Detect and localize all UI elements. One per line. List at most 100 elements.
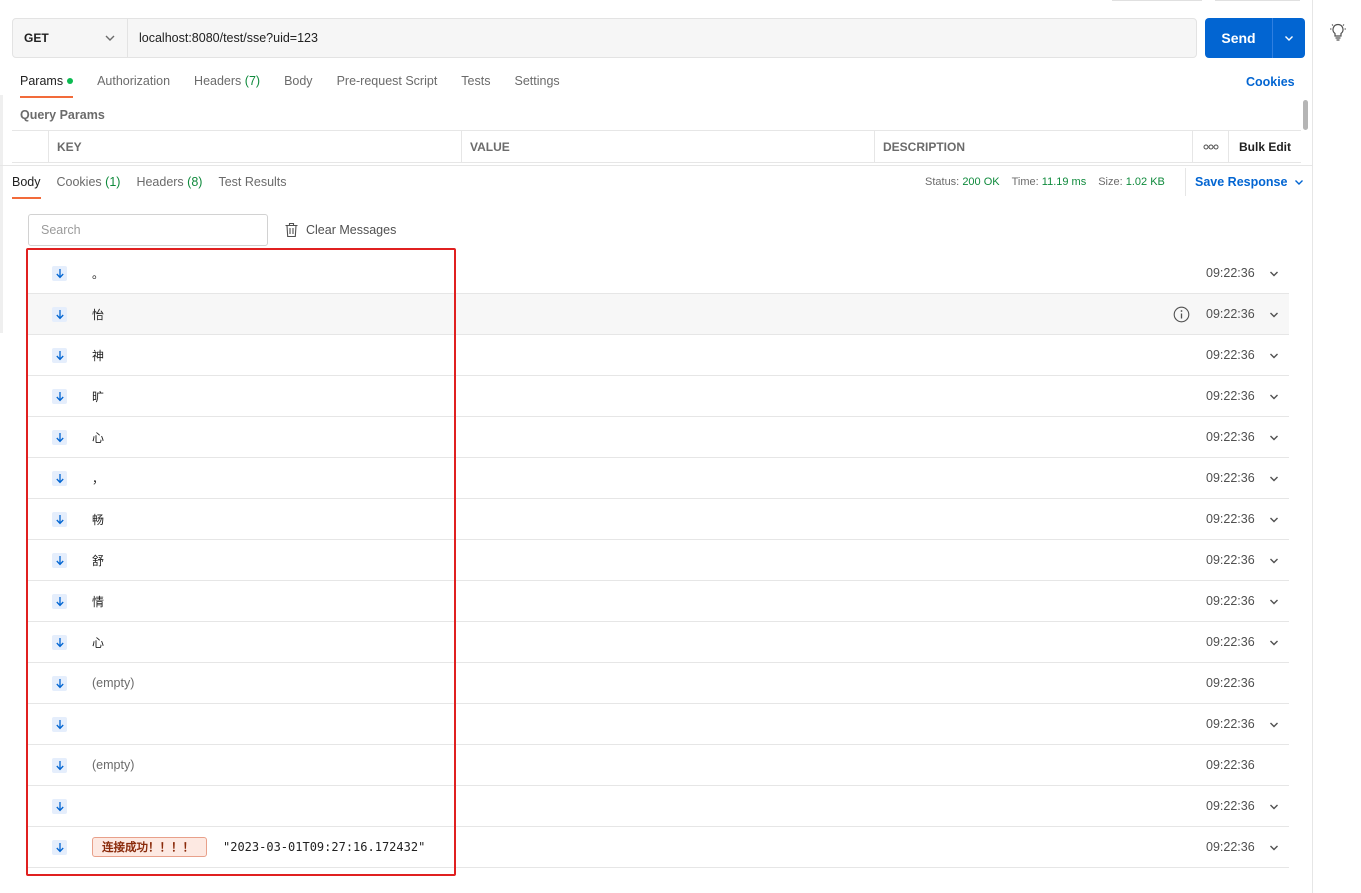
url-input[interactable]: localhost:8080/test/sse?uid=123 [128,19,1196,57]
incoming-arrow-icon [52,553,67,568]
message-row[interactable]: 心 09:22:36 [28,417,1289,458]
chevron-down-icon[interactable] [1268,432,1280,444]
tab-label: Authorization [97,74,171,88]
message-row[interactable]: 。 09:22:36 [28,253,1289,294]
tab-headers[interactable]: Headers (7) [194,74,260,98]
message-row[interactable]: 神 09:22:36 [28,335,1289,376]
message-time: 09:22:36 [1206,676,1255,690]
message-time: 09:22:36 [1206,553,1255,567]
resp-tab-cookies[interactable]: Cookies (1) [57,175,121,199]
message-row[interactable]: 旷 09:22:36 [28,376,1289,417]
message-time: 09:22:36 [1206,717,1255,731]
incoming-arrow-icon [52,266,67,281]
message-row[interactable]: 怡 09:22:36 [28,294,1289,335]
chevron-down-icon[interactable] [1268,391,1280,403]
params-checkbox-column [12,131,48,162]
chevron-down-icon[interactable] [1268,473,1280,485]
message-time: 09:22:36 [1206,266,1255,280]
size-label: Size: [1098,176,1123,188]
tab-settings[interactable]: Settings [514,74,559,98]
send-dropdown-button[interactable] [1273,18,1305,58]
resp-tab-body[interactable]: Body [12,175,41,199]
message-time: 09:22:36 [1206,594,1255,608]
status-info[interactable]: Status: 200 OK [925,176,1000,188]
column-value: VALUE [461,131,874,162]
tab-label: Cookies [56,175,102,189]
chevron-down-icon[interactable] [1268,637,1280,649]
method-select[interactable]: GET [13,19,128,57]
right-sidebar [1312,0,1361,893]
message-row[interactable]: ， 09:22:36 [28,458,1289,499]
tab-label: Body [284,74,313,88]
bulk-edit-button[interactable]: Bulk Edit [1228,131,1301,162]
send-button[interactable]: Send [1205,18,1273,58]
trash-icon [285,222,298,238]
response-meta: Status: 200 OK Time: 11.19 ms Size: 1.02… [925,176,1165,188]
message-row[interactable]: (empty) 09:22:36 [28,663,1289,704]
tab-body[interactable]: Body [284,74,313,98]
lightbulb-icon[interactable] [1329,22,1347,42]
chevron-down-icon [105,35,115,41]
chevron-down-icon[interactable] [1268,719,1280,731]
top-divider [1112,0,1202,1]
message-row[interactable]: 心 09:22:36 [28,622,1289,663]
message-row[interactable]: 09:22:36 [28,704,1289,745]
more-icon [1203,144,1218,149]
message-row[interactable]: 舒 09:22:36 [28,540,1289,581]
tab-count: (8) [187,175,203,189]
tab-count: (1) [105,175,121,189]
tab-pre-request-script[interactable]: Pre-request Script [337,74,438,98]
incoming-arrow-icon [52,758,67,773]
chevron-down-icon[interactable] [1268,268,1280,280]
tab-authorization[interactable]: Authorization [97,74,170,98]
tab-label: Params [20,74,64,88]
clear-messages-label: Clear Messages [306,223,397,237]
message-time: 09:22:36 [1206,758,1255,772]
top-divider [1215,0,1300,1]
message-row[interactable]: 情 09:22:36 [28,581,1289,622]
message-row[interactable]: 连接成功！！！！ "2023-03-01T09:27:16.172432" 09… [28,827,1289,868]
tab-params[interactable]: Params [20,74,74,98]
save-response-button[interactable]: Save Response [1185,168,1305,196]
more-options-button[interactable] [1192,131,1228,162]
search-input[interactable] [28,214,268,246]
chevron-down-icon[interactable] [1268,842,1280,854]
tab-label: Settings [514,74,560,88]
clear-messages-button[interactable]: Clear Messages [284,219,396,241]
request-bar: GET localhost:8080/test/sse?uid=123 [12,18,1197,58]
resp-tab-headers[interactable]: Headers (8) [136,175,202,199]
message-text: 情 [92,594,105,609]
chevron-down-icon[interactable] [1268,596,1280,608]
event-name-badge: 连接成功！！！！ [92,837,207,857]
size-info[interactable]: Size: 1.02 KB [1098,176,1165,188]
time-info[interactable]: Time: 11.19 ms [1012,176,1087,188]
chevron-down-icon [1285,36,1293,41]
scrollbar-thumb[interactable] [1303,100,1308,130]
incoming-arrow-icon [52,512,67,527]
save-response-label: Save Response [1195,175,1288,189]
params-active-dot [67,77,74,84]
message-list: 。 09:22:36 怡 09:22:36 神 09:22:36 旷 09:22… [28,253,1289,868]
column-description: DESCRIPTION [874,131,1192,162]
message-row[interactable]: (empty) 09:22:36 [28,745,1289,786]
send-button-group: Send [1205,18,1305,58]
incoming-arrow-icon [52,717,67,732]
tab-label: Tests [461,74,491,88]
chevron-down-icon[interactable] [1268,801,1280,813]
message-text: (empty) [92,758,135,772]
message-time: 09:22:36 [1206,307,1255,321]
chevron-down-icon[interactable] [1268,514,1280,526]
chevron-down-icon[interactable] [1268,350,1280,362]
resp-tab-test-results[interactable]: Test Results [218,175,286,199]
tab-tests[interactable]: Tests [461,74,490,98]
message-time: 09:22:36 [1206,348,1255,362]
message-row[interactable]: 09:22:36 [28,786,1289,827]
tab-label: Pre-request Script [336,74,438,88]
message-row[interactable]: 畅 09:22:36 [28,499,1289,540]
message-text: 怡 [92,307,105,322]
cookies-link[interactable]: Cookies [1246,75,1295,89]
chevron-down-icon[interactable] [1268,555,1280,567]
chevron-down-icon[interactable] [1268,309,1280,321]
message-text: 。 [92,266,105,281]
info-icon[interactable] [1173,306,1190,323]
